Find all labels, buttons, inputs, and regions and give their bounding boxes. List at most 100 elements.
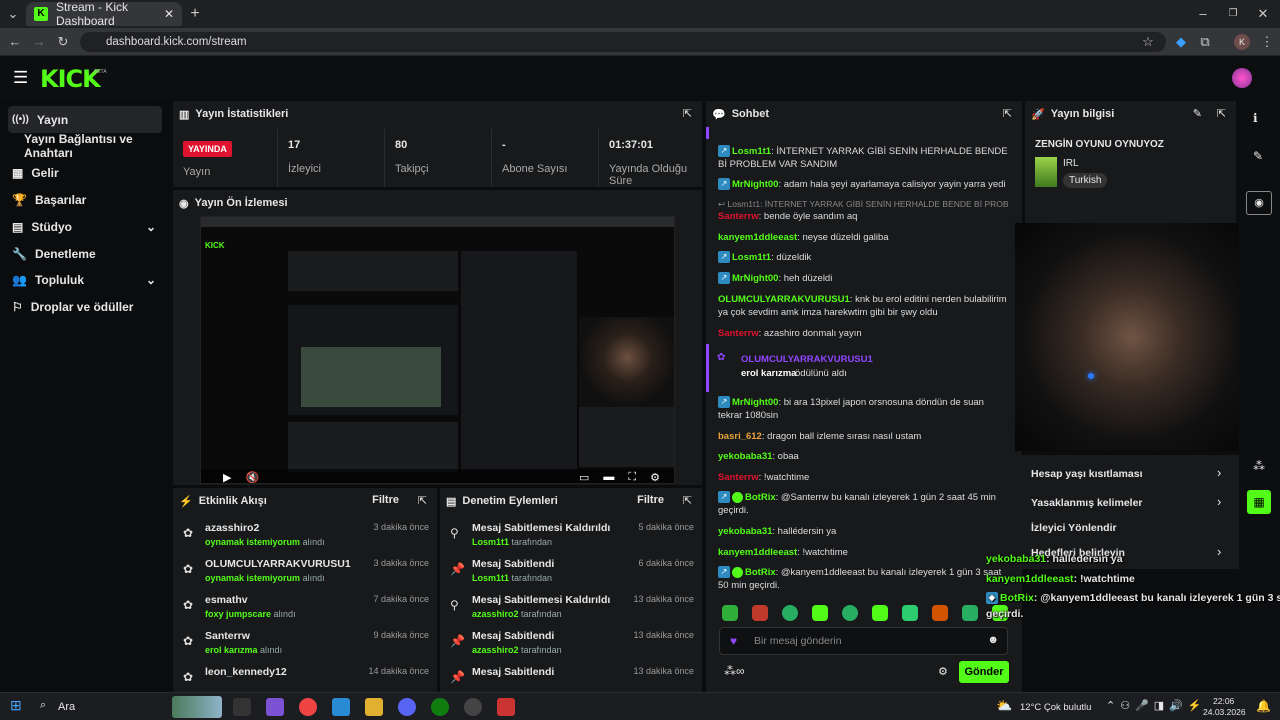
- chat-username[interactable]: MrNight00: [732, 397, 778, 408]
- reload-icon[interactable]: ↻: [52, 28, 74, 56]
- chat-username[interactable]: Santerrw: [718, 472, 759, 483]
- sidebar-item-droplar[interactable]: ⚐ Droplar ve ödüller: [8, 293, 162, 320]
- browser-menu-icon[interactable]: ⋮: [1256, 28, 1278, 56]
- tray-icons[interactable]: ⌃⚇🎤◨🔊⚡: [1106, 699, 1207, 712]
- category-thumbnail[interactable]: [1035, 157, 1057, 187]
- vscode-icon[interactable]: [332, 698, 350, 716]
- chat-username[interactable]: OLUMCULYARRAKVURUSU1: [718, 294, 850, 305]
- fullscreen-icon[interactable]: ⛶: [628, 471, 636, 484]
- sidebar-item-basarilar[interactable]: 🏆 Başarılar: [8, 186, 162, 213]
- chat-username[interactable]: BotRix: [745, 492, 776, 503]
- url-bar[interactable]: dashboard.kick.com/stream: [80, 32, 1166, 52]
- play-icon[interactable]: ▶: [223, 471, 231, 484]
- clip-icon[interactable]: ▦: [1247, 490, 1271, 514]
- menu-item[interactable]: Hesap yaşı kısıtlaması: [1031, 468, 1143, 480]
- chat-username[interactable]: yekobaba31: [718, 526, 772, 537]
- popout-icon[interactable]: ⇱: [418, 494, 427, 507]
- restore-icon[interactable]: ❐: [1222, 0, 1244, 28]
- close-window-icon[interactable]: ✕: [1252, 0, 1274, 28]
- chat-username[interactable]: kanyem1ddleeast: [718, 547, 797, 558]
- camera-toggle-icon[interactable]: ◉: [1246, 191, 1272, 215]
- chat-username[interactable]: Santerrw: [718, 211, 759, 222]
- emote-icon[interactable]: [842, 605, 858, 621]
- popout-icon[interactable]: ⇱: [683, 494, 692, 507]
- bookmark-star-icon[interactable]: ☆: [1137, 28, 1159, 56]
- user-avatar[interactable]: [1232, 68, 1252, 88]
- menu-item[interactable]: Yasaklanmış kelimeler: [1031, 497, 1143, 509]
- edit-pencil-icon[interactable]: ✎: [1253, 149, 1263, 163]
- share-icon[interactable]: ⁂: [1253, 459, 1265, 473]
- file-explorer-icon[interactable]: [365, 698, 383, 716]
- mute-icon[interactable]: 🔇: [245, 471, 259, 484]
- sidebar-item-denetleme[interactable]: 🔧 Denetleme: [8, 240, 162, 267]
- send-button[interactable]: Gönder: [959, 661, 1009, 683]
- search-icon[interactable]: ⌕: [40, 699, 46, 712]
- theater-icon[interactable]: ▬: [603, 471, 614, 483]
- back-icon[interactable]: ←: [4, 28, 26, 56]
- copilot-icon[interactable]: [266, 698, 284, 716]
- popout-icon[interactable]: ⇱: [1217, 107, 1226, 120]
- category-name[interactable]: IRL: [1063, 158, 1079, 169]
- pip-icon[interactable]: ▭: [579, 471, 589, 484]
- menu-item[interactable]: İzleyici Yönlendir: [1031, 522, 1117, 534]
- language-tag[interactable]: Turkish: [1063, 173, 1108, 188]
- sidebar-item-gelir[interactable]: ▦ Gelir: [8, 159, 162, 186]
- chat-username[interactable]: Santerrw: [718, 328, 759, 339]
- minimize-icon[interactable]: –: [1192, 0, 1214, 28]
- emote-icon[interactable]: [782, 605, 798, 621]
- browser-tab[interactable]: K Stream - Kick Dashboard ✕: [26, 0, 182, 28]
- emote-picker-icon[interactable]: ♥: [730, 634, 737, 648]
- settings-gear-icon[interactable]: ⚙: [650, 471, 660, 484]
- moderation-action: Mesaj Sabitlendi: [472, 666, 555, 678]
- sidebar-item-topluluk[interactable]: 👥 Topluluk ⌄: [8, 266, 162, 293]
- popout-icon[interactable]: ⇱: [1003, 107, 1012, 120]
- emote-icon[interactable]: [722, 605, 738, 621]
- emote-icon[interactable]: [932, 605, 948, 621]
- kick-points-icon[interactable]: ⁂∞: [724, 664, 745, 678]
- forward-icon[interactable]: →: [28, 28, 50, 56]
- activity-filter-button[interactable]: Filtre: [372, 494, 399, 506]
- chat-username[interactable]: kanyem1ddleeast: [718, 232, 797, 243]
- notification-bell-icon[interactable]: 🔔: [1256, 699, 1271, 713]
- chat-username[interactable]: Losm1t1: [732, 252, 771, 263]
- stream-preview-video[interactable]: KICK ▶ 🔇 ▭ ▬ ⛶ ⚙: [200, 216, 675, 484]
- xbox-icon[interactable]: [431, 698, 449, 716]
- chat-username[interactable]: yekobaba31: [718, 451, 772, 462]
- chat-username[interactable]: basri_612: [718, 431, 762, 442]
- hamburger-menu-icon[interactable]: ☰: [13, 68, 28, 88]
- profile-avatar[interactable]: K: [1234, 34, 1250, 50]
- extension-icon[interactable]: ◆: [1170, 28, 1192, 56]
- emote-icon[interactable]: [962, 605, 978, 621]
- obs-icon[interactable]: [464, 698, 482, 716]
- kick-logo[interactable]: KICK: [40, 65, 101, 93]
- moderation-filter-button[interactable]: Filtre: [637, 494, 664, 506]
- chat-settings-icon[interactable]: ⚙: [938, 665, 948, 678]
- taskbar-search[interactable]: Ara: [58, 701, 75, 713]
- chat-username[interactable]: BotRix: [745, 567, 776, 578]
- emote-icon[interactable]: [872, 605, 888, 621]
- emoji-icon[interactable]: ☻: [987, 634, 999, 646]
- windows-start-icon[interactable]: ⊞: [10, 697, 22, 714]
- sidebar-item-studyo[interactable]: ▤ Stüdyo ⌄: [8, 213, 162, 240]
- chat-input[interactable]: ♥ Bir mesaj gönderin ☻: [719, 627, 1008, 655]
- emote-icon[interactable]: [752, 605, 768, 621]
- discord-icon[interactable]: [398, 698, 416, 716]
- info-icon[interactable]: ℹ: [1253, 111, 1258, 125]
- new-tab-icon[interactable]: +: [184, 0, 206, 28]
- chat-username[interactable]: Losm1t1: [732, 146, 771, 157]
- task-view-icon[interactable]: [233, 698, 251, 716]
- edit-pencil-icon[interactable]: ✎: [1193, 107, 1202, 120]
- sidebar-item-stream-key[interactable]: Yayın Bağlantısı ve Anahtarı: [8, 132, 162, 160]
- close-tab-icon[interactable]: ✕: [164, 7, 174, 21]
- extensions-puzzle-icon[interactable]: ⧉: [1194, 28, 1216, 56]
- chat-username[interactable]: MrNight00: [732, 179, 778, 190]
- sidebar-item-yayin[interactable]: ((•)) Yayın: [8, 106, 162, 133]
- mod-badge-icon: ↗: [718, 145, 730, 158]
- tab-search-icon[interactable]: ⌄: [2, 0, 24, 28]
- app-icon[interactable]: [497, 698, 515, 716]
- chat-username[interactable]: MrNight00: [732, 273, 778, 284]
- chrome-icon[interactable]: [299, 698, 317, 716]
- emote-icon[interactable]: [902, 605, 918, 621]
- emote-icon[interactable]: [812, 605, 828, 621]
- popout-icon[interactable]: ⇱: [683, 107, 692, 120]
